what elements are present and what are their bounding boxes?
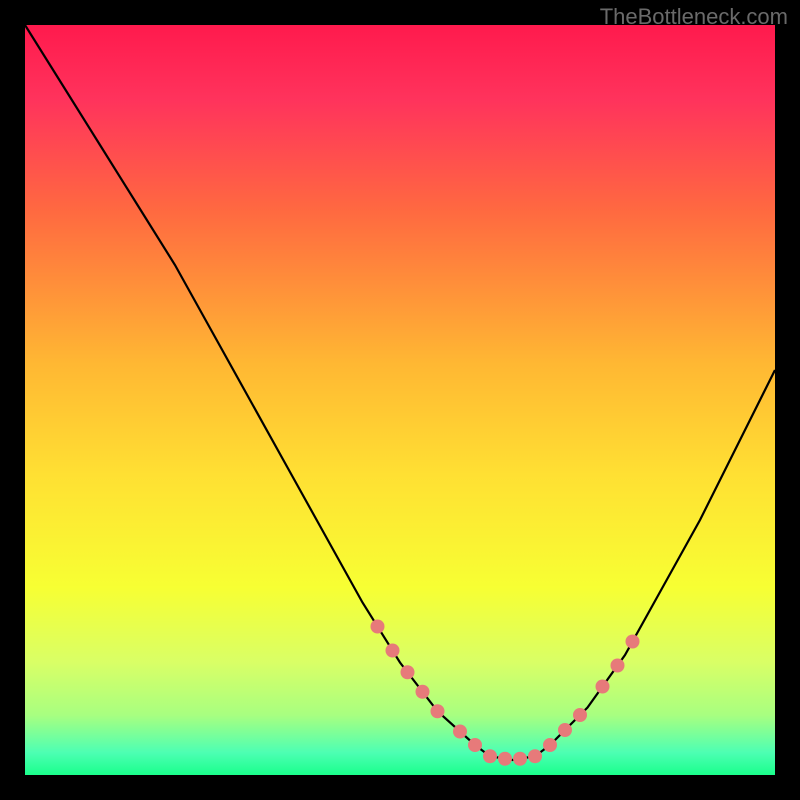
chart-point: [453, 725, 467, 739]
chart-point: [498, 752, 512, 766]
chart-point: [596, 680, 610, 694]
chart-point: [611, 659, 625, 673]
chart-svg: [25, 25, 775, 775]
chart-point: [371, 620, 385, 634]
chart-point: [626, 635, 640, 649]
chart-point: [401, 665, 415, 679]
chart-point: [558, 723, 572, 737]
chart-point: [573, 708, 587, 722]
watermark-text: TheBottleneck.com: [600, 4, 788, 30]
chart-plot-area: [25, 25, 775, 775]
chart-point: [468, 738, 482, 752]
chart-point: [416, 685, 430, 699]
chart-point: [386, 644, 400, 658]
chart-point: [513, 752, 527, 766]
chart-point: [528, 749, 542, 763]
chart-point: [483, 749, 497, 763]
chart-point: [543, 738, 557, 752]
chart-point: [431, 704, 445, 718]
